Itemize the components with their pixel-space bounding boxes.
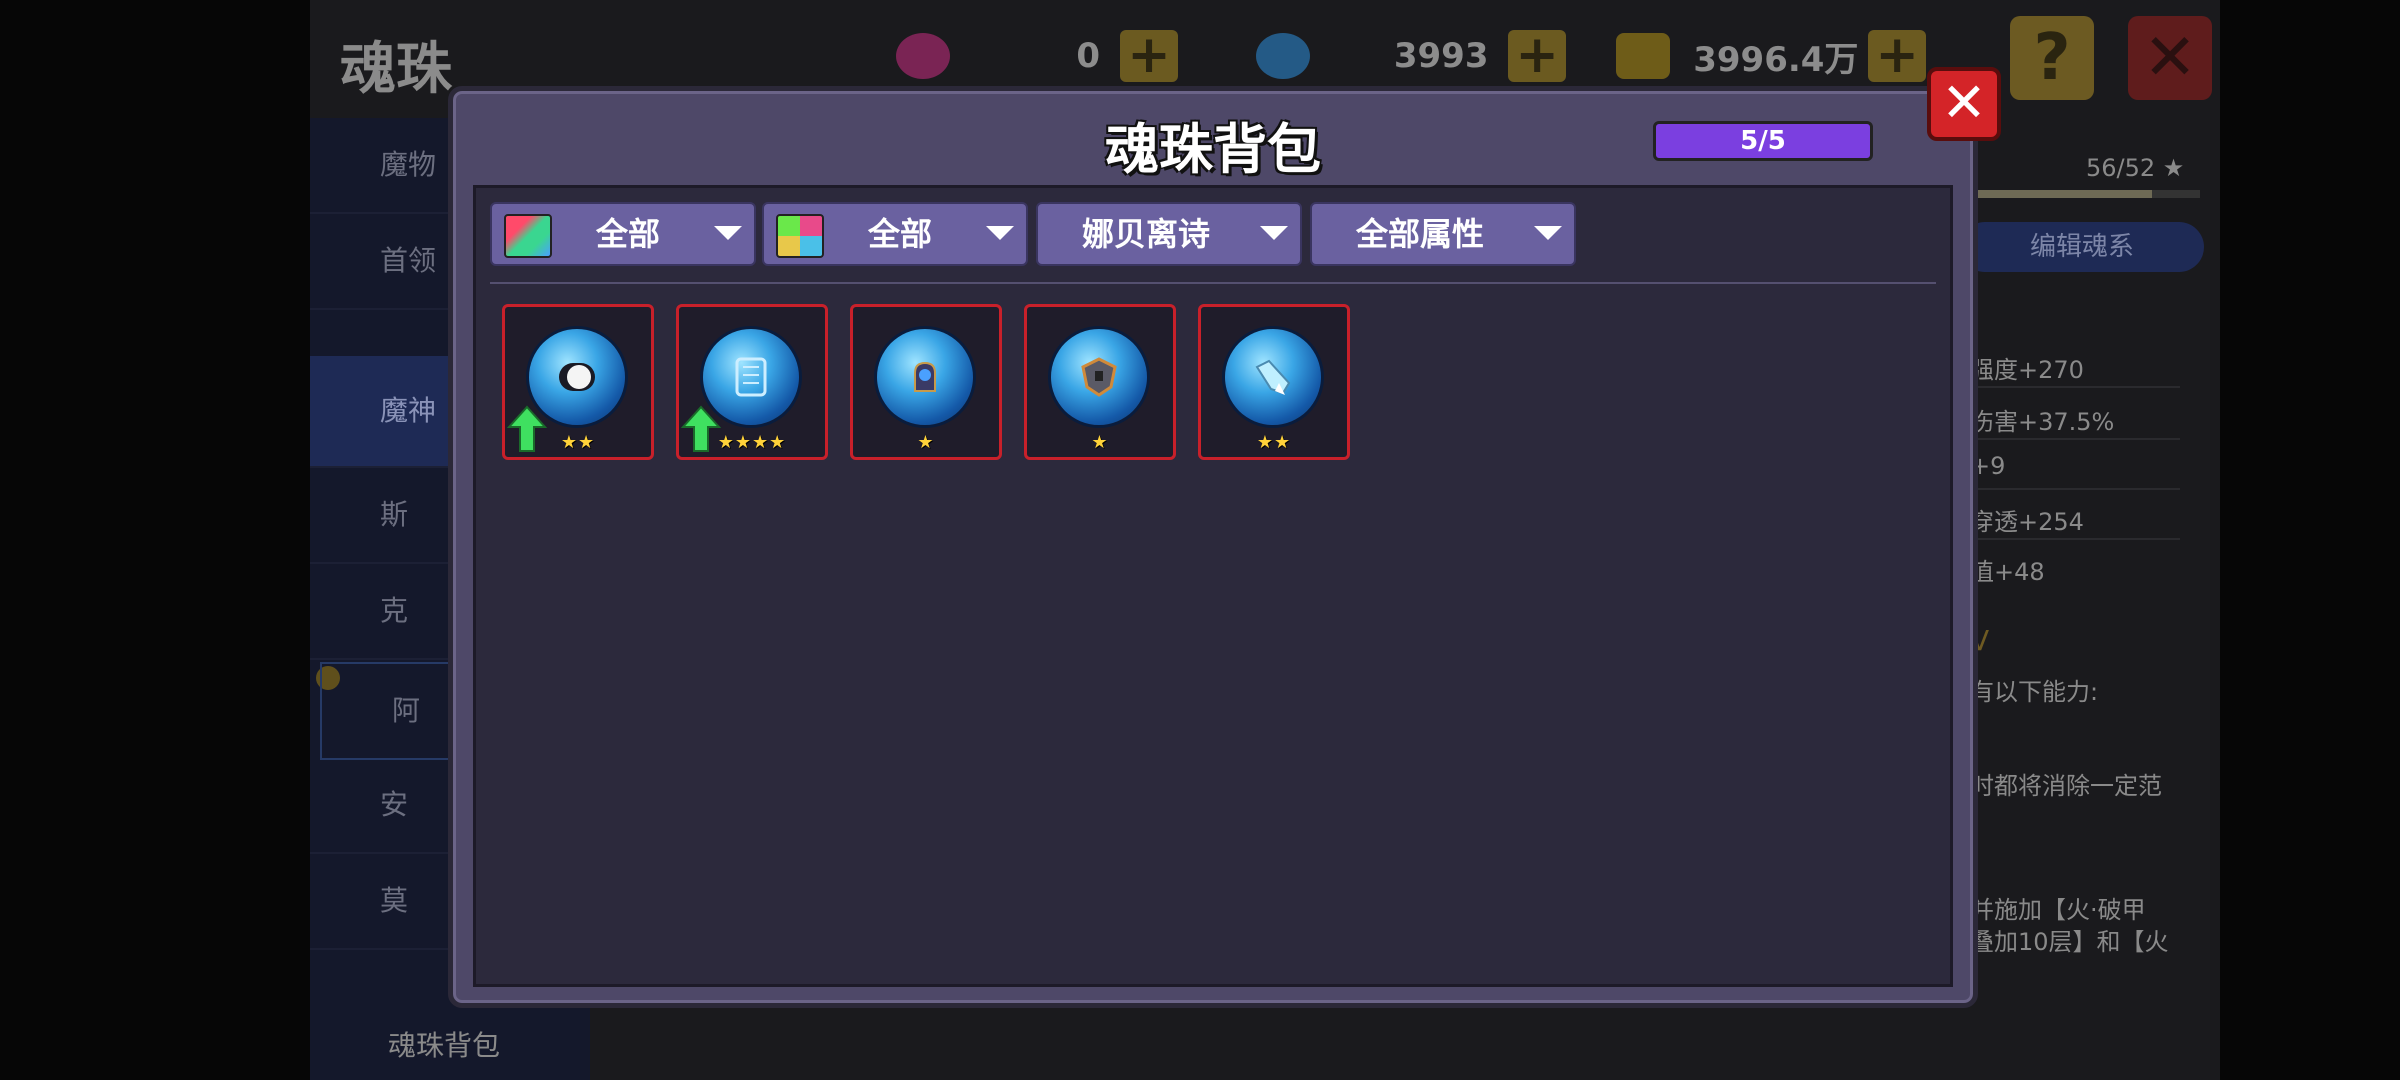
purple-gem-icon <box>896 33 950 79</box>
filter-label: 全部 <box>867 215 932 253</box>
chevron-down-icon <box>714 226 742 240</box>
soul-bag-modal: 魂珠背包 5/5 ✕ 全部 全部 娜贝离诗 全部属性 ★★ ★★★★ ★ ★ ★… <box>448 67 2001 1008</box>
stat-line: 伤害+37.5% <box>1970 408 2115 436</box>
currency-gold: 3996.4万 + <box>1616 26 1926 86</box>
soul-bead-slot[interactable]: ★★★★ <box>676 304 828 460</box>
blue-gem-icon <box>1256 33 1310 79</box>
stat-line: 值+48 <box>1970 558 2045 586</box>
gold-coin-icon <box>1616 33 1670 79</box>
soul-bead-slot[interactable]: ★★ <box>1198 304 1350 460</box>
currency-value: 3996.4万 <box>1693 39 1859 80</box>
star-rating: ★ <box>1091 432 1109 453</box>
currency-blue: 3993 + <box>1256 26 1566 86</box>
currency-value: 0 <box>1076 36 1100 76</box>
filter-label: 全部 <box>595 215 660 253</box>
filter-label: 娜贝离诗 <box>1081 215 1210 253</box>
add-currency-button[interactable]: + <box>1508 29 1566 82</box>
add-currency-button[interactable]: + <box>1120 29 1178 82</box>
modal-content: 全部 全部 娜贝离诗 全部属性 ★★ ★★★★ ★ ★ ★★ <box>473 185 1953 987</box>
ability-line: 叠加10层】和【火 <box>1970 928 2169 956</box>
help-button[interactable]: ? <box>2010 16 2094 100</box>
soul-bead-slot[interactable]: ★ <box>1024 304 1176 460</box>
crystal-shard-orb-icon <box>1225 329 1321 425</box>
currency-value: 3993 <box>1393 36 1489 76</box>
level-progress <box>1960 190 2200 198</box>
chevron-down-icon <box>1534 226 1562 240</box>
attribute-filter-dropdown[interactable]: 全部属性 <box>1310 202 1576 266</box>
type-filter-icon <box>776 214 824 258</box>
ability-line: 时都将消除一定范 <box>1970 772 2162 800</box>
rarity-filter-dropdown[interactable]: 全部 <box>490 202 756 266</box>
star-rating: ★★ <box>1256 432 1292 453</box>
level-text: 56/52 ★ <box>2086 154 2185 182</box>
ability-line: 并施加【火·破甲 <box>1970 896 2146 924</box>
soul-bag-tab-label[interactable]: 魂珠背包 <box>388 1024 500 1064</box>
right-info-panel: 56/52 ★ 编辑魂系 强度+270 伤害+37.5% +9 穿透+254 值… <box>1960 150 2220 1050</box>
edit-soul-button[interactable]: 编辑魂系 <box>1960 222 2204 272</box>
stat-line: 强度+270 <box>1970 356 2084 384</box>
type-filter-dropdown[interactable]: 全部 <box>762 202 1028 266</box>
soul-bead-slot[interactable]: ★★ <box>502 304 654 460</box>
filter-label: 全部属性 <box>1355 215 1484 253</box>
divider <box>490 282 1936 284</box>
upgrade-arrow-icon <box>681 405 721 452</box>
stat-line: 穿透+254 <box>1970 508 2084 536</box>
rarity-filter-icon <box>504 214 552 258</box>
capacity-indicator: 5/5 <box>1653 121 1873 161</box>
soul-bead-slot[interactable]: ★ <box>850 304 1002 460</box>
star-rating: ★ <box>917 432 935 453</box>
chevron-down-icon <box>986 226 1014 240</box>
chevron-down-icon <box>1260 226 1288 240</box>
add-currency-button[interactable]: + <box>1868 29 1926 82</box>
hero-filter-dropdown[interactable]: 娜贝离诗 <box>1036 202 1302 266</box>
shield-orb-icon <box>1051 329 1147 425</box>
page-title: 魂珠 <box>340 37 452 102</box>
upgrade-arrow-icon <box>507 405 547 452</box>
ability-line: 有以下能力: <box>1970 678 2099 706</box>
gauntlet-orb-icon <box>877 329 973 425</box>
close-page-button[interactable]: ✕ <box>2128 16 2212 100</box>
close-modal-button[interactable]: ✕ <box>1927 67 2001 141</box>
currency-purple: 0 + <box>896 26 1186 86</box>
